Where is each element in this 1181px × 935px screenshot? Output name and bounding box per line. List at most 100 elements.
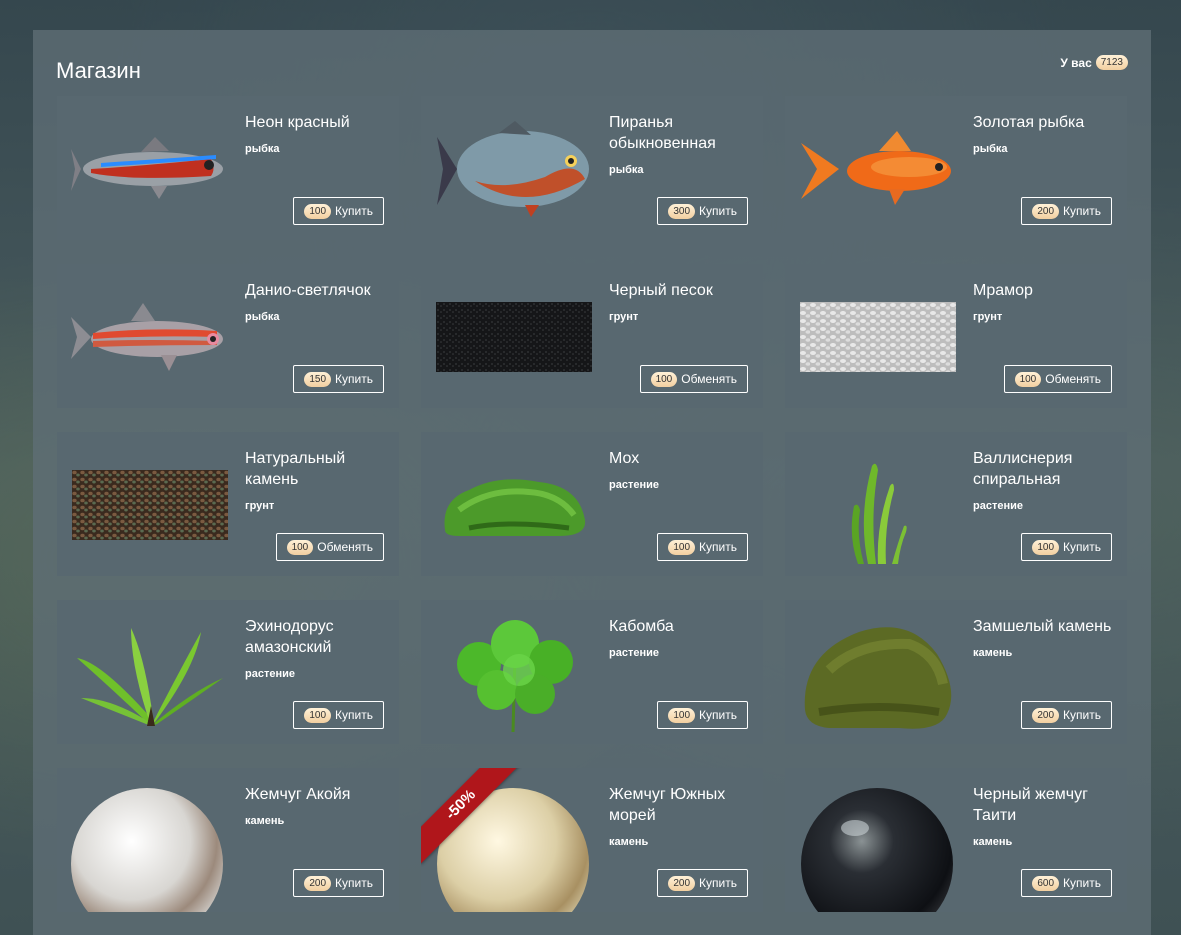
buy-button[interactable]: 100 Купить	[293, 197, 384, 225]
item-category: рыбка	[245, 143, 280, 155]
buy-button-label: Купить	[335, 372, 373, 386]
tahitian-pearl-icon	[799, 782, 957, 912]
shop-item-card: Кабомба растение 100 Купить	[421, 600, 763, 744]
shop-item-card: Черный жемчуг Таити камень 600 Купить	[785, 768, 1127, 912]
buy-button-label: Купить	[699, 204, 737, 218]
shop-item-card: Эхинодорус амазонский растение 100 Купит…	[57, 600, 399, 744]
buy-button[interactable]: 100 Купить	[293, 701, 384, 729]
price-badge: 300	[668, 203, 696, 219]
item-category: рыбка	[609, 164, 644, 176]
buy-button[interactable]: 200 Купить	[1021, 197, 1112, 225]
buy-button[interactable]: 600 Купить	[1021, 869, 1112, 897]
item-name: Черный жемчуг Таити	[973, 786, 1088, 824]
buy-button[interactable]: 300 Купить	[657, 197, 748, 225]
buy-button-label: Купить	[1063, 204, 1101, 218]
shop-item-card: Мох растение 100 Купить	[421, 432, 763, 576]
exchange-button-label: Обменять	[681, 372, 737, 386]
shop-item-card: Данио-светлячок рыбка 150 Купить	[57, 264, 399, 408]
danio-fish-icon	[71, 278, 229, 396]
buy-button-label: Купить	[699, 540, 737, 554]
item-name: Эхинодорус амазонский	[245, 618, 334, 656]
natural-stone-gravel-icon	[71, 446, 229, 564]
price-badge: 100	[668, 539, 696, 555]
echinodorus-icon	[71, 614, 229, 732]
price-badge: 100	[304, 707, 332, 723]
buy-button-label: Купить	[699, 708, 737, 722]
buy-button[interactable]: 100 Купить	[657, 533, 748, 561]
buy-button-label: Купить	[335, 876, 373, 890]
exchange-button[interactable]: 100 Обменять	[1003, 365, 1112, 393]
price-badge: 100	[1014, 371, 1042, 387]
price-badge: 200	[304, 875, 332, 891]
balance-label: У вас	[1060, 55, 1092, 70]
price-badge: 200	[668, 875, 696, 891]
item-category: камень	[973, 647, 1013, 659]
shop-item-card: Валлиснерия спиральная растение 100 Купи…	[785, 432, 1127, 576]
balance: У вас 7123	[1060, 55, 1128, 70]
price-badge: 100	[650, 371, 678, 387]
item-name: Данио-светлячок	[245, 282, 371, 299]
item-category: растение	[973, 500, 1023, 512]
piranha-icon	[435, 110, 593, 228]
item-name: Неон красный	[245, 114, 350, 131]
item-name: Золотая рыбка	[973, 114, 1085, 131]
price-badge: 600	[1032, 875, 1060, 891]
price-badge: 100	[286, 539, 314, 555]
mossy-stone-icon	[799, 614, 957, 732]
exchange-button-label: Обменять	[317, 540, 373, 554]
shop-item-card: Золотая рыбка рыбка 200 Купить	[785, 96, 1127, 240]
shop-item-card: Неон красный рыбка 100 Купить	[57, 96, 399, 240]
exchange-button[interactable]: 100 Обменять	[275, 533, 384, 561]
buy-button-label: Купить	[1063, 708, 1101, 722]
item-name: Пиранья обыкновенная	[609, 114, 716, 152]
item-category: растение	[245, 668, 295, 680]
buy-button-label: Купить	[699, 876, 737, 890]
goldfish-icon	[799, 110, 957, 228]
item-name: Мох	[609, 450, 640, 467]
buy-button[interactable]: 100 Купить	[1021, 533, 1112, 561]
shop-item-card: Натуральный камень грунт 100 Обменять	[57, 432, 399, 576]
item-name: Валлиснерия спиральная	[973, 450, 1073, 488]
item-name: Кабомба	[609, 618, 674, 635]
price-badge: 200	[1032, 707, 1060, 723]
neon-fish-icon	[71, 110, 229, 228]
item-name: Черный песок	[609, 282, 713, 299]
buy-button[interactable]: 100 Купить	[657, 701, 748, 729]
cabomba-icon	[435, 614, 593, 732]
shop-item-card: -50% Жемчуг Южных морей камень 200 Купит…	[421, 768, 763, 912]
buy-button[interactable]: 200 Купить	[293, 869, 384, 897]
black-sand-icon	[435, 278, 593, 396]
exchange-button-label: Обменять	[1045, 372, 1101, 386]
item-category: грунт	[245, 500, 275, 512]
buy-button-label: Купить	[1063, 876, 1101, 890]
item-category: камень	[973, 836, 1013, 848]
item-category: растение	[609, 647, 659, 659]
item-category: камень	[609, 836, 649, 848]
item-name: Мрамор	[973, 282, 1033, 299]
exchange-button[interactable]: 100 Обменять	[639, 365, 748, 393]
price-badge: 100	[1032, 539, 1060, 555]
item-name: Натуральный камень	[245, 450, 346, 488]
item-category: рыбка	[973, 143, 1008, 155]
item-category: растение	[609, 479, 659, 491]
item-name: Замшелый камень	[973, 618, 1112, 635]
price-badge: 100	[304, 203, 332, 219]
item-category: грунт	[609, 311, 639, 323]
item-category: камень	[245, 815, 285, 827]
shop-item-card: Жемчуг Акойя камень 200 Купить	[57, 768, 399, 912]
item-name: Жемчуг Акойя	[245, 786, 351, 803]
moss-icon	[435, 446, 593, 564]
price-badge: 150	[304, 371, 332, 387]
vallisneria-icon	[799, 446, 957, 564]
buy-button[interactable]: 150 Купить	[293, 365, 384, 393]
shop-item-card: Черный песок грунт 100 Обменять	[421, 264, 763, 408]
akoya-pearl-icon	[71, 782, 229, 912]
buy-button-label: Купить	[1063, 540, 1101, 554]
shop-item-card: Пиранья обыкновенная рыбка 300 Купить	[421, 96, 763, 240]
buy-button-label: Купить	[335, 708, 373, 722]
shop-item-card: Замшелый камень камень 200 Купить	[785, 600, 1127, 744]
buy-button[interactable]: 200 Купить	[1021, 701, 1112, 729]
page-title: Магазин	[56, 58, 141, 83]
buy-button[interactable]: 200 Купить	[657, 869, 748, 897]
price-badge: 200	[1032, 203, 1060, 219]
